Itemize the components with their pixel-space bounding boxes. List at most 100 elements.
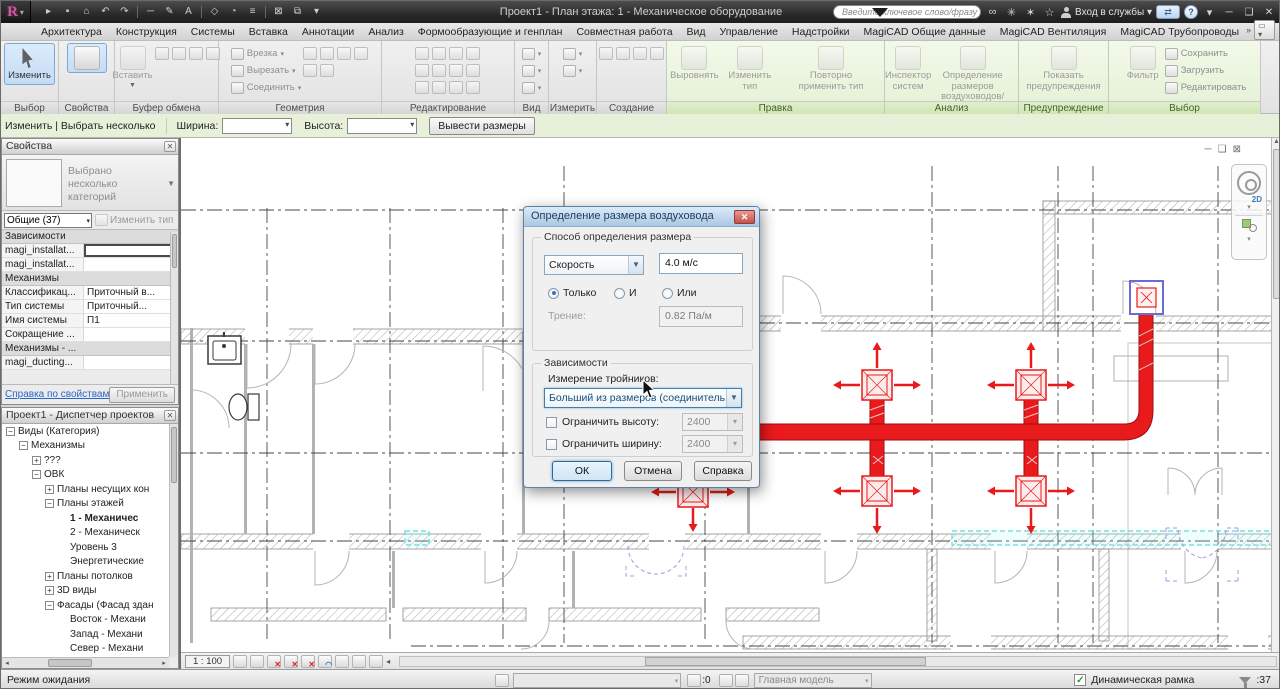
collapse-icon[interactable]: − (32, 470, 41, 479)
expand-icon[interactable]: + (45, 586, 54, 595)
tree-item-Механизмы[interactable]: −Механизмы (2, 439, 169, 454)
steering-wheel-icon[interactable] (1237, 171, 1261, 195)
temporary-hide-icon[interactable] (335, 655, 349, 668)
tab-MagiCAD Общие данные[interactable]: MagiCAD Общие данные (857, 24, 993, 40)
tree-item-Уровень 3[interactable]: Уровень 3 (2, 540, 169, 555)
air-terminal[interactable] (1130, 281, 1163, 314)
filter-icon[interactable] (1239, 677, 1251, 684)
tree-item-Энергетические[interactable]: Энергетические (2, 555, 169, 570)
tool-icon[interactable] (449, 47, 463, 60)
limit-width-checkbox[interactable]: Ограничить ширину: (546, 438, 662, 450)
design-options-icon[interactable] (687, 674, 701, 687)
tab-Вид[interactable]: Вид (680, 24, 713, 40)
radio-or[interactable]: Или (662, 287, 697, 299)
tool-icon[interactable] (650, 47, 664, 60)
property-row[interactable]: Имя системыП1 (2, 314, 178, 328)
view-scale-button[interactable]: 1 : 100 (185, 655, 230, 668)
detail-level-icon[interactable] (233, 655, 247, 668)
tree-item-Восток - Механи[interactable]: Восток - Механи (2, 613, 169, 628)
apply-button[interactable]: Применить (109, 387, 175, 403)
help-dropdown-icon[interactable]: ▾ (1202, 6, 1217, 19)
tool-icon[interactable] (432, 47, 446, 60)
close-hidden-windows-icon[interactable]: ⊠ (270, 4, 287, 20)
tool-icon[interactable] (415, 81, 429, 94)
chevron-down-icon[interactable] (872, 8, 888, 17)
method-combo[interactable]: Скорость▼ (544, 255, 644, 275)
tree-hscrollbar[interactable]: ◂ ▸ (2, 657, 169, 668)
navigation-bar[interactable]: 2D ▾ ▾ (1231, 164, 1267, 260)
tool-icon[interactable] (320, 64, 334, 77)
search-input[interactable]: Введите ключевое слово/фразу (833, 5, 981, 19)
ribbon-item-Загрузить[interactable]: Загрузить (1165, 63, 1247, 78)
ribbon-button-Изменить[interactable]: Изменить (4, 43, 55, 85)
property-value[interactable]: Приточный... (84, 300, 178, 313)
dialog-close-button[interactable]: ✕ (734, 210, 755, 224)
chevron-down-icon[interactable]: ▼ (167, 179, 175, 188)
type-selector[interactable]: Выбрано несколько категорий ▼ (2, 155, 178, 211)
tool-icon[interactable] (415, 47, 429, 60)
collapse-icon[interactable]: − (6, 427, 15, 436)
ribbon-item-Врезка[interactable]: Врезка▾ (231, 46, 301, 61)
property-row[interactable]: magi_ducting... (2, 356, 178, 370)
filter-combo[interactable]: Общие (37) (4, 213, 92, 228)
cancel-button[interactable]: Отмена (624, 461, 682, 481)
ribbon-button-Вставить[interactable]: Вставить▼ (113, 43, 153, 92)
drawing-area[interactable]: ─ ❑ ⊠ 2D ▾ ▾ ▲ 1 : 100 ✕ ✕ ✕ ◠ ◂ (179, 138, 1280, 669)
ribbon-button-Фильтр[interactable]: Фильтр (1123, 43, 1163, 85)
undo-icon[interactable]: ↶ (97, 4, 114, 20)
diffuser[interactable] (1016, 370, 1046, 400)
tool-icon[interactable] (449, 64, 463, 77)
height-combo[interactable] (347, 118, 417, 134)
properties-help-link[interactable]: Справка по свойствам (5, 389, 109, 400)
tree-item-Планы потолков[interactable]: +Планы потолков (2, 569, 169, 584)
ribbon-button-Инспектор систем[interactable]: Инспектор систем (888, 43, 928, 95)
dialog-title[interactable]: Определение размера воздуховода (524, 207, 759, 227)
tab-MagiCAD Трубопроводы[interactable]: MagiCAD Трубопроводы (1113, 24, 1246, 40)
ok-button[interactable]: ОК (552, 461, 612, 481)
print-icon[interactable]: ⌂ (78, 4, 95, 20)
property-value[interactable] (84, 356, 178, 369)
tool-icon[interactable] (415, 64, 429, 77)
scroll-right-icon[interactable]: ▸ (159, 659, 169, 667)
tree-item-Виды (Категория)[interactable]: −Виды (Категория) (2, 424, 169, 439)
property-value[interactable] (84, 258, 178, 271)
ribbon-button-Выровнять[interactable]: Выровнять (670, 43, 719, 85)
exchange-apps-icon[interactable]: ⇄ (1156, 5, 1180, 19)
tab-Управление[interactable]: Управление (713, 24, 785, 40)
save-icon[interactable]: ▪ (59, 4, 76, 20)
tool-icon[interactable] (155, 47, 169, 60)
tree-item-2 - Механическ[interactable]: 2 - Механическ (2, 526, 169, 541)
tool-icon[interactable] (303, 47, 317, 60)
tab-Надстройки[interactable]: Надстройки (785, 24, 857, 40)
width-combo[interactable] (222, 118, 292, 134)
radio-only[interactable]: Только (548, 287, 596, 299)
ribbon-button-Показать предупреждения[interactable]: Показать предупреждения (1022, 43, 1105, 95)
tool-icon[interactable] (432, 64, 446, 77)
canvas-vscrollbar[interactable]: ▲ (1271, 138, 1280, 652)
method-value-input[interactable]: 4.0 м/с (659, 253, 743, 274)
tree-item-1 - Механичес[interactable]: 1 - Механичес (2, 511, 169, 526)
show-crop-icon[interactable]: ◠ (318, 655, 332, 668)
tool-icon[interactable] (616, 47, 630, 60)
property-row[interactable]: Сокращение ... (2, 328, 178, 342)
measure-icon[interactable]: ─ (142, 4, 159, 20)
close-icon[interactable]: ✕ (164, 141, 176, 152)
toilet-fixture[interactable] (229, 394, 259, 420)
tool-icon[interactable] (466, 47, 480, 60)
collapse-icon[interactable]: ◂ (386, 657, 390, 666)
tree-item-Планы этажей[interactable]: −Планы этажей (2, 497, 169, 512)
exclude-options-icon[interactable] (735, 674, 749, 687)
tree-item-3D виды[interactable]: +3D виды (2, 584, 169, 599)
reveal-hidden-icon[interactable] (352, 655, 366, 668)
help-icon[interactable]: ? (1184, 5, 1198, 19)
favorites-icon[interactable]: ☆ (1042, 6, 1057, 19)
chevron-down-icon[interactable]: ▾ (1232, 236, 1266, 244)
apply-sizes-button[interactable]: Вывести размеры (429, 117, 535, 135)
radio-and[interactable]: И (614, 287, 637, 299)
visual-style-icon[interactable] (250, 655, 264, 668)
ribbon-button-Повторно применить тип[interactable]: Повторно применить тип (781, 43, 881, 95)
property-group-header[interactable]: Зависимости^ (2, 230, 178, 244)
sign-in-button[interactable]: Вход в службы ▾ (1075, 7, 1152, 18)
close-button[interactable]: ✕ (1261, 7, 1277, 18)
tool-icon[interactable] (320, 47, 334, 60)
